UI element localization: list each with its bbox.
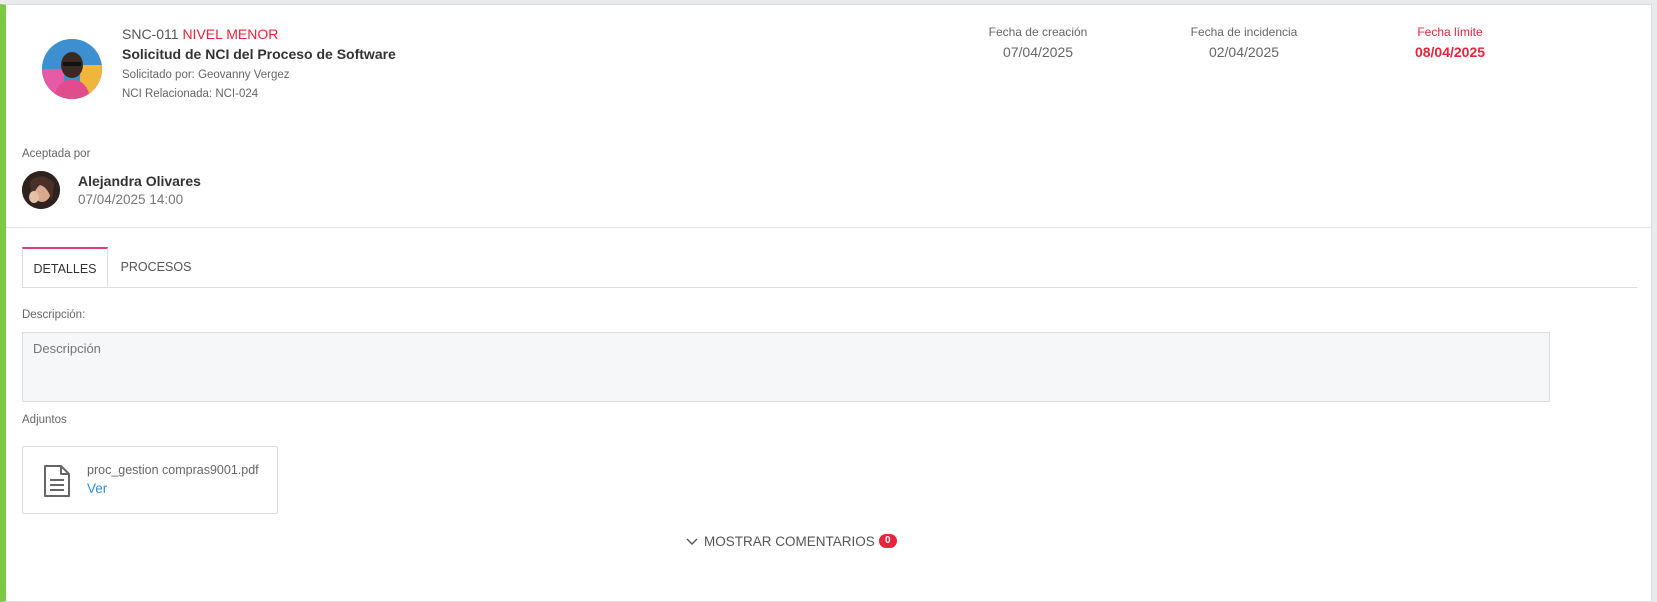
incident-date-label: Fecha de incidencia (1190, 25, 1298, 39)
requested-by: Solicitado por: Geovanny Vergez (122, 69, 290, 81)
tab-detalles[interactable]: DETALLES (22, 247, 108, 287)
accepted-by-label: Aceptada por (22, 148, 91, 160)
show-comments-button[interactable]: MOSTRAR COMENTARIOS 0 (686, 532, 897, 550)
request-level: NIVEL MENOR (182, 26, 279, 42)
attachment-file-name: proc_gestion compras9001.pdf (87, 463, 259, 477)
description-label: Descripción: (22, 309, 86, 321)
limit-date: Fecha límite 08/04/2025 (1350, 25, 1550, 61)
creation-date-label: Fecha de creación (988, 25, 1088, 39)
accepted-datetime: 07/04/2025 14:00 (78, 192, 184, 207)
tab-procesos[interactable]: PROCESOS (110, 247, 202, 287)
comments-count-badge: 0 (878, 534, 897, 548)
request-subject: Solicitud de NCI del Proceso de Software (122, 46, 396, 62)
chevron-down-icon (686, 534, 698, 549)
creation-date: Fecha de creación 07/04/2025 (938, 25, 1138, 61)
incident-date-value: 02/04/2025 (1208, 44, 1280, 60)
section-divider (6, 227, 1651, 228)
attachment-card: proc_gestion compras9001.pdf Ver (22, 446, 278, 514)
attachments-label: Adjuntos (22, 414, 67, 426)
accepter-avatar (22, 171, 60, 209)
accepter-name: Alejandra Olivares (78, 173, 201, 189)
description-field[interactable] (22, 332, 1550, 402)
request-header: SNC-011 NIVEL MENOR Solicitud de NCI del… (122, 25, 396, 101)
document-icon (43, 465, 71, 502)
related-nci: NCI Relacionada: NCI-024 (122, 88, 259, 100)
limit-date-value: 08/04/2025 (1414, 44, 1486, 60)
request-code: SNC-011 (122, 26, 179, 42)
show-comments-label: MOSTRAR COMENTARIOS (704, 533, 875, 549)
view-attachment-link[interactable]: Ver (87, 481, 107, 496)
request-code-line: SNC-011 NIVEL MENOR (122, 25, 396, 43)
incident-date: Fecha de incidencia 02/04/2025 (1144, 25, 1344, 61)
requester-avatar (42, 39, 102, 99)
tab-bar: DETALLES PROCESOS (22, 247, 1637, 288)
limit-date-label: Fecha límite (1417, 25, 1483, 39)
creation-date-value: 07/04/2025 (1002, 44, 1074, 60)
request-card: SNC-011 NIVEL MENOR Solicitud de NCI del… (0, 4, 1652, 602)
